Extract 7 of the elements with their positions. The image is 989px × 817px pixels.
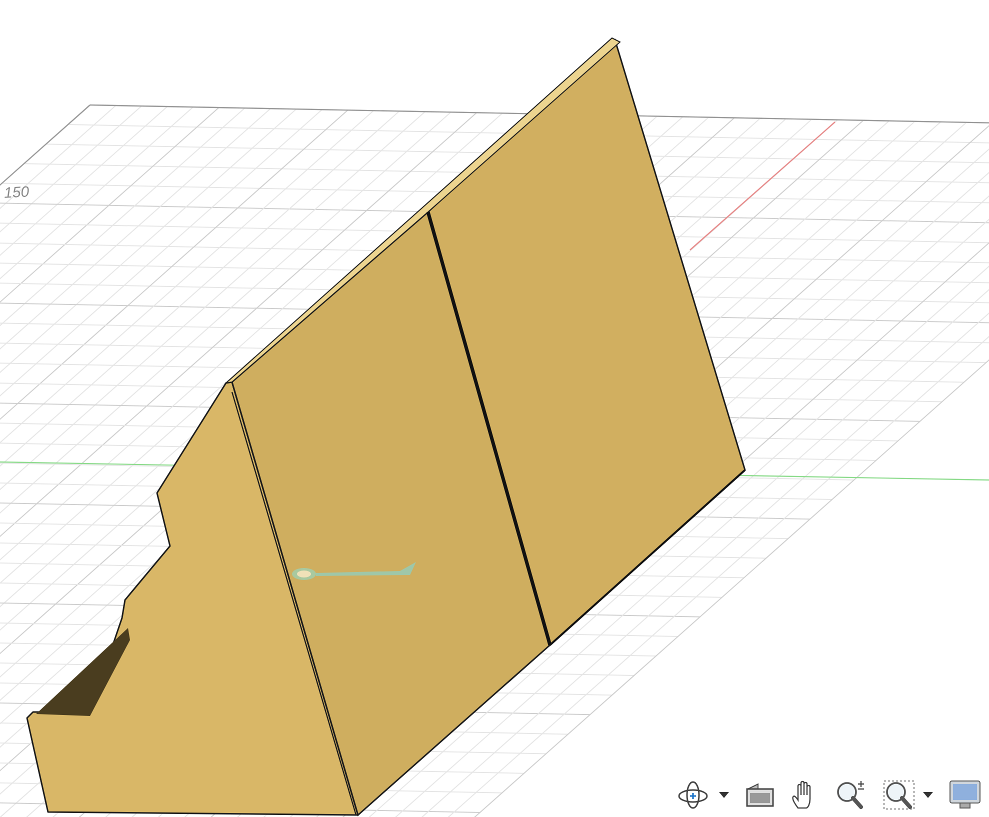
grid-label: 150 [4,184,30,202]
zoom-window-icon [883,780,915,810]
caret-icon [719,792,729,798]
monitor-icon [949,780,981,810]
caret-icon [923,792,933,798]
window-icon [745,782,775,808]
zoom-icon [835,780,867,810]
